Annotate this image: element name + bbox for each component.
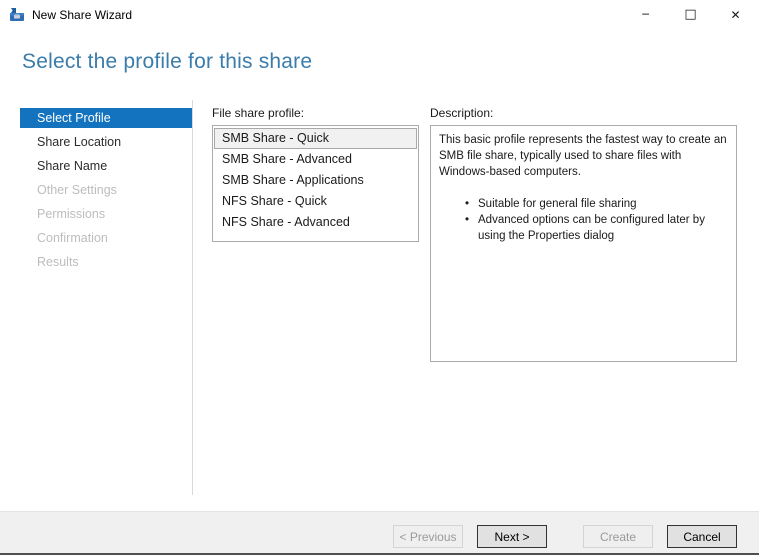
list-item-nfs-quick[interactable]: NFS Share - Quick: [214, 191, 417, 212]
window-controls: ─ □ ✕: [623, 0, 758, 29]
step-label: Permissions: [37, 207, 106, 221]
create-button: Create: [583, 525, 653, 548]
bullet-text: Suitable for general file sharing: [478, 198, 637, 210]
file-share-profile-listbox: SMB Share - Quick SMB Share - Advanced S…: [212, 125, 419, 242]
description-label: Description:: [430, 106, 494, 120]
minimize-icon[interactable]: ─: [623, 0, 668, 29]
step-label: Results: [37, 255, 79, 269]
sidebar-item-share-location[interactable]: Share Location: [20, 132, 192, 152]
titlebar: New Share Wizard ─ □ ✕: [0, 0, 759, 29]
bullet-item: • Suitable for general file sharing: [465, 196, 728, 212]
sidebar-item-permissions: Permissions: [20, 204, 192, 224]
sidebar-item-share-name[interactable]: Share Name: [20, 156, 192, 176]
step-label: Share Location: [37, 135, 122, 149]
list-item-smb-applications[interactable]: SMB Share - Applications: [214, 170, 417, 191]
description-box: This basic profile represents the fastes…: [430, 125, 737, 362]
sidebar-item-other-settings: Other Settings: [20, 180, 192, 200]
step-label: Share Name: [37, 159, 108, 173]
sidebar-item-confirmation: Confirmation: [20, 228, 192, 248]
wizard-steps-sidebar: Select Profile Share Location Share Name…: [20, 108, 192, 276]
next-button[interactable]: Next >: [477, 525, 547, 548]
wizard-footer: < Previous Next > Create Cancel: [0, 511, 759, 553]
server-manager-toolbox-icon: [10, 7, 24, 21]
bullet-item: • Advanced options can be configured lat…: [465, 212, 728, 244]
cancel-button[interactable]: Cancel: [667, 525, 737, 548]
maximize-icon[interactable]: □: [668, 0, 713, 29]
new-share-wizard-window: New Share Wizard ─ □ ✕ Select the profil…: [0, 0, 759, 555]
page-title: Select the profile for this share: [22, 50, 313, 73]
step-label: Other Settings: [37, 183, 117, 197]
file-share-profile-label: File share profile:: [212, 106, 305, 120]
sidebar-item-results: Results: [20, 252, 192, 272]
window-title: New Share Wizard: [32, 7, 133, 22]
list-item-nfs-advanced[interactable]: NFS Share - Advanced: [214, 212, 417, 233]
close-icon[interactable]: ✕: [713, 0, 758, 29]
description-text: This basic profile represents the fastes…: [439, 134, 727, 178]
list-item-smb-advanced[interactable]: SMB Share - Advanced: [214, 149, 417, 170]
step-label: Confirmation: [37, 231, 108, 245]
sidebar-item-select-profile[interactable]: Select Profile: [20, 108, 192, 128]
list-item-smb-quick[interactable]: SMB Share - Quick: [214, 128, 417, 149]
previous-button: < Previous: [393, 525, 463, 548]
description-bullet-list: • Suitable for general file sharing • Ad…: [439, 196, 728, 244]
bullet-text: Advanced options can be configured later…: [478, 214, 705, 242]
sidebar-content-divider: [192, 100, 193, 495]
bullet-icon: •: [465, 198, 470, 210]
step-label: Select Profile: [37, 111, 111, 125]
bullet-icon: •: [465, 214, 470, 226]
